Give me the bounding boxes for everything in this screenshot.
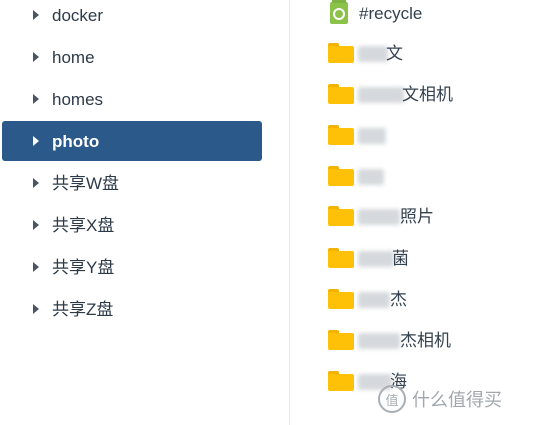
tree-item-photo[interactable]: photo [2, 121, 262, 161]
tree-item-label: home [52, 47, 95, 67]
folder-name-visible-part: 文相机 [402, 85, 453, 104]
folder-icon [328, 43, 354, 63]
folder-icon [328, 330, 354, 350]
folder-row[interactable]: 照片 [290, 198, 547, 238]
tree-item-docker[interactable]: docker [2, 0, 262, 35]
site-watermark: 值 什么值得买 [378, 383, 538, 415]
tree-item-label: 共享Y盘 [52, 257, 115, 277]
folder-row[interactable]: 菌 [290, 240, 547, 280]
folder-icon [328, 125, 354, 145]
folder-name-visible-part: 菌 [392, 249, 409, 268]
tree-item-shared-z[interactable]: 共享Z盘 [2, 289, 262, 329]
folder-icon [328, 289, 354, 309]
redacted-folder-name [358, 292, 390, 308]
folder-icon [328, 84, 354, 104]
folder-icon [328, 206, 354, 226]
expand-arrow-icon[interactable] [33, 94, 39, 104]
redacted-folder-name [358, 333, 400, 349]
folder-name-visible-part: 杰相机 [400, 331, 451, 350]
folder-tree: docker home homes photo 共享W盘 共享X盘 共享Y盘 共… [0, 0, 268, 425]
folder-row[interactable]: 文 [290, 35, 547, 75]
folder-row[interactable]: 文相机 [290, 76, 547, 116]
tree-item-label: 共享W盘 [52, 173, 120, 193]
redacted-folder-name [358, 87, 404, 103]
tree-item-label: homes [52, 89, 104, 109]
file-row-recycle[interactable]: #recycle [290, 0, 547, 40]
tree-item-shared-x[interactable]: 共享X盘 [2, 205, 262, 245]
folder-icon [328, 166, 354, 186]
expand-arrow-icon[interactable] [33, 304, 39, 314]
recycle-bin-icon [330, 0, 348, 24]
tree-item-shared-y[interactable]: 共享Y盘 [2, 247, 262, 287]
tree-item-homes[interactable]: homes [2, 79, 262, 119]
expand-arrow-icon[interactable] [33, 52, 39, 62]
folder-icon [328, 248, 354, 268]
folder-row[interactable]: 杰相机 [290, 322, 547, 362]
redacted-folder-name [358, 46, 388, 62]
expand-arrow-icon[interactable] [33, 220, 39, 230]
redacted-folder-name [358, 251, 394, 267]
watermark-text: 什么值得买 [412, 390, 502, 410]
tree-item-shared-w[interactable]: 共享W盘 [2, 163, 262, 203]
expand-arrow-icon[interactable] [33, 136, 39, 146]
tree-item-label: 共享X盘 [52, 215, 115, 235]
folder-name-visible-part: 杰 [390, 290, 407, 309]
redacted-folder-name [358, 128, 386, 144]
folder-name-visible-part: 照片 [400, 207, 434, 226]
redacted-folder-name [358, 209, 400, 225]
tree-item-label: photo [52, 131, 100, 151]
expand-arrow-icon[interactable] [33, 178, 39, 188]
folder-row[interactable]: 杰 [290, 281, 547, 321]
folder-row[interactable] [290, 117, 547, 157]
file-name: #recycle [359, 4, 423, 23]
tree-item-label: 共享Z盘 [52, 299, 114, 319]
folder-name-visible-part: 文 [386, 44, 403, 63]
watermark-icon: 值 [378, 385, 406, 413]
expand-arrow-icon[interactable] [33, 10, 39, 20]
recycle-symbol-icon [333, 8, 345, 20]
folder-icon [328, 371, 354, 391]
folder-row[interactable] [290, 158, 547, 198]
tree-item-home[interactable]: home [2, 37, 262, 77]
tree-item-label: docker [52, 5, 104, 25]
redacted-folder-name [358, 169, 384, 185]
recycle-bin-lid [332, 0, 346, 3]
file-browser: docker home homes photo 共享W盘 共享X盘 共享Y盘 共… [0, 0, 547, 425]
file-list: #recycle 文 文相机 照片 菌 杰 杰相机 海 [290, 0, 547, 425]
expand-arrow-icon[interactable] [33, 262, 39, 272]
